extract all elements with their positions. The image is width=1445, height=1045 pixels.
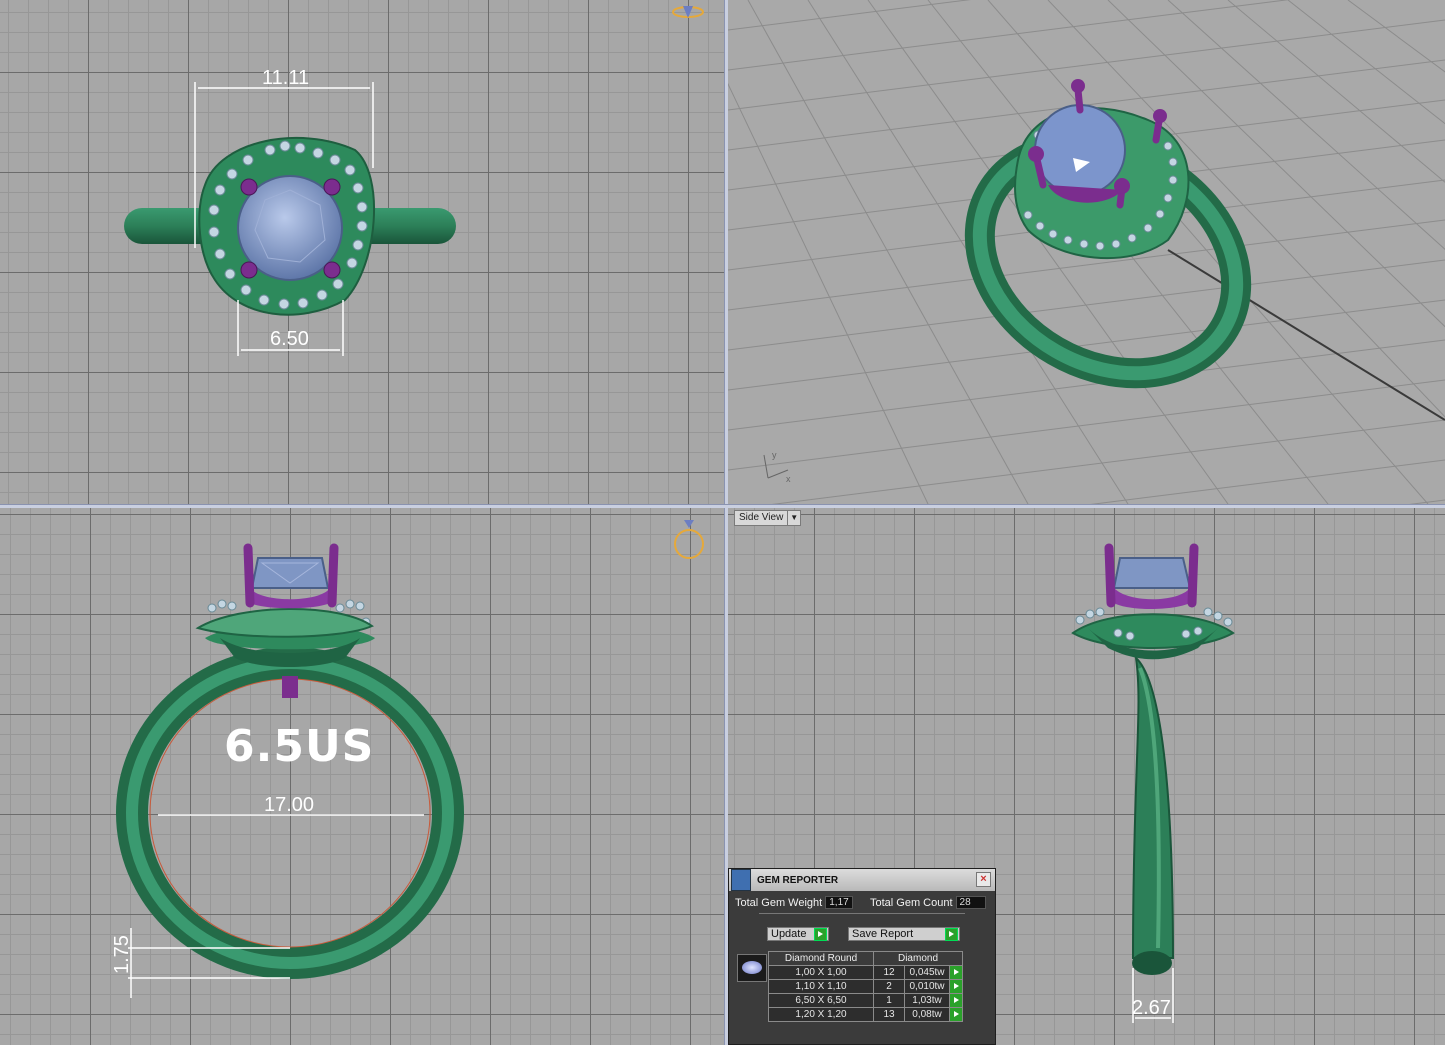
total-count-value: 28: [955, 896, 986, 909]
row-go-icon[interactable]: [949, 965, 963, 980]
gem-reporter-logo-icon: [731, 869, 751, 891]
front-view-canvas: 17.00 1.75: [111, 520, 704, 998]
gem-reporter-titlebar[interactable]: GEM REPORTER ×: [729, 869, 995, 891]
dim-top-gem: 6.50: [270, 328, 309, 350]
table-row[interactable]: 1,10 X 1,10 2 0,010tw: [768, 979, 963, 994]
dim-top-width: 11.11: [262, 67, 309, 89]
gem-qty: 2: [873, 979, 905, 994]
ring-side: [1071, 543, 1235, 975]
play-icon: [814, 927, 827, 941]
total-weight-value: 1,17: [825, 896, 853, 909]
gem-size: 6,50 X 6,50: [768, 993, 874, 1008]
gem-qty: 13: [873, 1007, 905, 1022]
gem-reporter-panel[interactable]: GEM REPORTER × Total Gem Weight 1,17 Tot…: [728, 868, 996, 1045]
top-view-canvas: 11.11 6.50: [124, 6, 704, 356]
ring-size-label: 6.5US: [224, 721, 375, 772]
ring-top: [124, 137, 456, 316]
gem-table: Diamond Round Diamond 1,00 X 1,00 12 0,0…: [768, 951, 963, 1022]
svg-text:y: y: [772, 450, 777, 460]
total-count-row: Total Gem Count 28: [870, 896, 986, 909]
divider: [759, 913, 965, 914]
row-go-icon[interactable]: [949, 993, 963, 1008]
update-button[interactable]: Update: [767, 927, 829, 941]
save-row: Save Report: [848, 927, 960, 941]
diamond-round-icon: [737, 954, 767, 982]
col-shape: Diamond Round: [768, 951, 874, 966]
dim-band-width: 2.67: [1132, 997, 1171, 1019]
gem-tw: 0,08tw: [904, 1007, 950, 1022]
viewport-divider-vertical[interactable]: [724, 0, 728, 1045]
total-weight-row: Total Gem Weight 1,17: [735, 896, 853, 909]
row-go-icon[interactable]: [949, 1007, 963, 1022]
close-icon[interactable]: ×: [976, 872, 991, 887]
col-material: Diamond: [873, 951, 963, 966]
total-weight-label: Total Gem Weight: [735, 896, 823, 909]
gem-tw: 0,045tw: [904, 965, 950, 980]
side-viewport[interactable]: Side View ▼ 2.67 GEM REPORTER × Total Ge…: [728, 508, 1445, 1045]
gem-qty: 12: [873, 965, 905, 980]
gem-qty: 1: [873, 993, 905, 1008]
gem-tw: 0,010tw: [904, 979, 950, 994]
dim-band-thickness: 1.75: [111, 935, 133, 974]
gem-size: 1,10 X 1,10: [768, 979, 874, 994]
perspective-canvas: y x: [728, 0, 1445, 504]
table-row[interactable]: 1,00 X 1,00 12 0,045tw: [768, 965, 963, 980]
svg-text:x: x: [786, 474, 791, 484]
dim-inner-diameter: 17.00: [264, 794, 314, 816]
row-go-icon[interactable]: [949, 979, 963, 994]
play-icon: [945, 927, 958, 941]
ring-orientation-icon[interactable]: [674, 520, 704, 559]
front-viewport[interactable]: 17.00 1.75 6.5US: [0, 508, 724, 1045]
perspective-viewport[interactable]: y x: [728, 0, 1445, 504]
gem-reporter-title: GEM REPORTER: [757, 874, 839, 886]
update-row: Update: [767, 927, 829, 941]
total-count-label: Total Gem Count: [870, 896, 953, 909]
save-report-label: Save Report: [852, 928, 914, 940]
ring-view-icon[interactable]: [672, 6, 704, 18]
gem-table-header: Diamond Round Diamond: [768, 951, 963, 966]
viewport-divider-horizontal[interactable]: [0, 504, 1445, 508]
gem-size: 1,20 X 1,20: [768, 1007, 874, 1022]
top-viewport[interactable]: 11.11 6.50: [0, 0, 724, 504]
table-row[interactable]: 6,50 X 6,50 1 1,03tw: [768, 993, 963, 1008]
gem-tw: 1,03tw: [904, 993, 950, 1008]
update-label: Update: [771, 928, 807, 940]
axis-icon: y x: [763, 450, 791, 484]
save-report-button[interactable]: Save Report: [848, 927, 960, 941]
table-row[interactable]: 1,20 X 1,20 13 0,08tw: [768, 1007, 963, 1022]
gem-size: 1,00 X 1,00: [768, 965, 874, 980]
